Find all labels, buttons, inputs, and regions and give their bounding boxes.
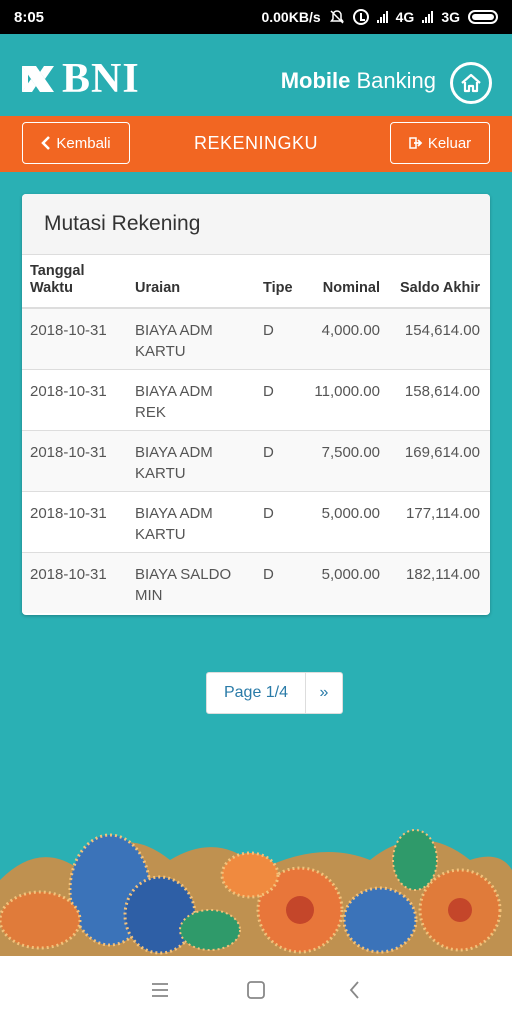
row-balance: 154,614.00 (386, 307, 490, 369)
row-amount: 11,000.00 (303, 368, 386, 430)
row-balance: 177,114.00 (386, 490, 490, 552)
title-bold: Mobile (280, 68, 351, 93)
row-date: 2018-10-31 (22, 551, 127, 613)
table-row: 2018-10-31 BIAYA ADM KARTU D 7,500.00 169… (22, 429, 490, 491)
account-mutation-card: Mutasi Rekening Tanggal Waktu Uraian Tipe… (22, 194, 490, 615)
table-row: 2018-10-31 BIAYA SALDO MIN D 5,000.00 182… (22, 551, 490, 613)
row-date: 2018-10-31 (22, 307, 127, 369)
row-description: BIAYA ADM KARTU (127, 429, 255, 491)
column-header-description: Uraian (127, 255, 255, 309)
battery-icon (468, 10, 498, 24)
column-header-date: Tanggal Waktu (22, 255, 127, 309)
row-description: BIAYA SALDO MIN (127, 551, 255, 613)
row-balance: 169,614.00 (386, 429, 490, 491)
mobile-banking-title: Mobile Banking (281, 68, 436, 94)
nav-bar: Kembali REKENINGKU Keluar (0, 116, 512, 172)
signal-icon-2 (422, 11, 434, 23)
row-description: BIAYA ADM KARTU (127, 490, 255, 552)
sign-out-icon (409, 137, 423, 149)
row-date: 2018-10-31 (22, 490, 127, 552)
menu-icon[interactable] (148, 978, 172, 1002)
logout-button[interactable]: Keluar (390, 122, 490, 164)
home-icon (461, 73, 481, 93)
pagination: Page 1/4 » (206, 672, 343, 714)
mute-icon (329, 10, 344, 24)
card-title: Mutasi Rekening (22, 194, 490, 255)
logo-text: BNI (62, 56, 140, 102)
mutation-table: Tanggal Waktu Uraian Tipe Nominal Saldo A… (22, 255, 490, 613)
bni-logo-mark-icon (22, 66, 54, 92)
network-speed: 0.00KB/s (261, 9, 321, 25)
row-description: BIAYA ADM KARTU (127, 307, 255, 369)
column-header-balance: Saldo Akhir (386, 255, 490, 309)
table-row: 2018-10-31 BIAYA ADM KARTU D 5,000.00 177… (22, 490, 490, 552)
table-header-row: Tanggal Waktu Uraian Tipe Nominal Saldo A… (22, 255, 490, 309)
app-header: BNI Mobile Banking (0, 34, 512, 116)
row-date: 2018-10-31 (22, 368, 127, 430)
row-amount: 5,000.00 (303, 490, 386, 552)
row-amount: 7,500.00 (303, 429, 386, 491)
row-type: D (255, 307, 303, 369)
alarm-icon (352, 9, 369, 25)
status-bar: 8:05 0.00KB/s 4G 3G (0, 0, 512, 34)
home-button[interactable] (450, 62, 492, 104)
column-header-type: Tipe (255, 255, 303, 309)
row-date: 2018-10-31 (22, 429, 127, 491)
row-balance: 158,614.00 (386, 368, 490, 430)
back-arrow-icon[interactable] (343, 978, 367, 1002)
row-amount: 4,000.00 (303, 307, 386, 369)
table-row: 2018-10-31 BIAYA ADM KARTU D 4,000.00 154… (22, 307, 490, 369)
row-description: BIAYA ADM REK (127, 368, 255, 430)
row-type: D (255, 368, 303, 430)
signal-icon (376, 11, 388, 23)
row-type: D (255, 429, 303, 491)
row-type: D (255, 551, 303, 613)
batik-decoration (0, 829, 512, 956)
next-page-button[interactable]: » (306, 673, 342, 713)
network-type-2: 3G (441, 9, 460, 25)
page-indicator[interactable]: Page 1/4 (207, 673, 306, 713)
table-row: 2018-10-31 BIAYA ADM REK D 11,000.00 158,… (22, 368, 490, 430)
column-header-amount: Nominal (303, 255, 386, 309)
home-square-icon[interactable] (244, 978, 268, 1002)
status-time: 8:05 (14, 8, 45, 26)
network-type-1: 4G (395, 9, 415, 25)
title-rest: Banking (356, 68, 436, 93)
android-nav-bar (0, 956, 512, 1024)
row-type: D (255, 490, 303, 552)
exit-label: Keluar (427, 134, 472, 152)
row-balance: 182,114.00 (386, 551, 490, 613)
status-icons: 0.00KB/s 4G 3G (261, 9, 498, 25)
row-amount: 5,000.00 (303, 551, 386, 613)
bni-logo: BNI (20, 56, 140, 102)
